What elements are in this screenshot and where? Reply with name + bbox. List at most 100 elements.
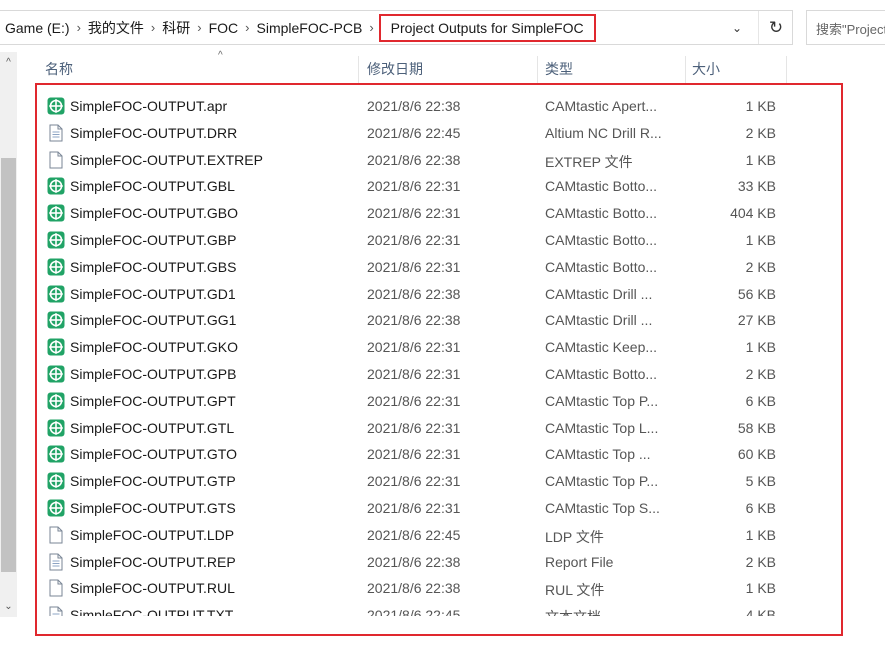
text-file-icon (47, 553, 65, 571)
file-name[interactable]: SimpleFOC-OUTPUT.RUL (70, 580, 235, 596)
camtastic-icon (47, 97, 65, 115)
file-name[interactable]: SimpleFOC-OUTPUT.DRR (70, 125, 237, 141)
file-row[interactable]: SimpleFOC-OUTPUT.GTL 2021/8/6 22:31 CAMtas… (0, 415, 885, 442)
file-size: 2 KB (745, 553, 776, 570)
file-name[interactable]: SimpleFOC-OUTPUT.GTL (70, 420, 234, 436)
chevron-right-icon[interactable]: › (245, 20, 249, 35)
file-name[interactable]: SimpleFOC-OUTPUT.GTS (70, 500, 236, 516)
breadcrumb-research[interactable]: 科研 (162, 18, 190, 38)
search-input[interactable]: 搜索"Project Outputs for SimpleFOC" (806, 10, 885, 45)
camtastic-icon (47, 499, 65, 517)
file-name[interactable]: SimpleFOC-OUTPUT.GBO (70, 205, 238, 221)
file-row[interactable]: SimpleFOC-OUTPUT.RUL 2021/8/6 22:38 RUL 文件… (0, 575, 885, 602)
file-row[interactable]: SimpleFOC-OUTPUT.EXTREP 2021/8/6 22:38 EXT… (0, 147, 885, 174)
file-row[interactable]: SimpleFOC-OUTPUT.GPT 2021/8/6 22:31 CAMtas… (0, 388, 885, 415)
file-size: 27 KB (737, 312, 776, 329)
file-modified-date: 2021/8/6 22:31 (367, 339, 461, 356)
file-row[interactable]: SimpleFOC-OUTPUT.TXT 2021/8/6 22:45 文本文档 4 … (0, 602, 885, 616)
file-type: CAMtastic Drill ... (545, 285, 653, 302)
file-name[interactable]: SimpleFOC-OUTPUT.GPT (70, 393, 236, 409)
file-row[interactable]: SimpleFOC-OUTPUT.GBO 2021/8/6 22:31 CAMtas… (0, 200, 885, 227)
file-name[interactable]: SimpleFOC-OUTPUT.GBS (70, 259, 236, 275)
file-modified-date: 2021/8/6 22:31 (367, 473, 461, 490)
blank-file-icon (47, 151, 65, 169)
camtastic-icon (47, 365, 65, 383)
column-header-size[interactable]: 大小 (692, 58, 720, 84)
file-row[interactable]: SimpleFOC-OUTPUT.LDP 2021/8/6 22:45 LDP 文件… (0, 522, 885, 549)
file-size: 1 KB (745, 526, 776, 543)
column-divider[interactable] (786, 56, 787, 84)
file-type: EXTREP 文件 (545, 153, 633, 170)
chevron-right-icon[interactable]: › (151, 20, 155, 35)
blank-file-icon (47, 526, 65, 544)
file-name[interactable]: SimpleFOC-OUTPUT.GTP (70, 473, 236, 489)
file-row[interactable]: SimpleFOC-OUTPUT.GG1 2021/8/6 22:38 CAMtas… (0, 307, 885, 334)
file-size: 4 KB (745, 607, 776, 616)
file-name[interactable]: SimpleFOC-OUTPUT.REP (70, 554, 236, 570)
file-name[interactable]: SimpleFOC-OUTPUT.TXT (70, 607, 233, 616)
breadcrumb-foc[interactable]: FOC (209, 20, 239, 36)
file-size: 5 KB (745, 473, 776, 490)
file-size: 6 KB (745, 392, 776, 409)
file-type: CAMtastic Top S... (545, 500, 660, 516)
file-name[interactable]: SimpleFOC-OUTPUT.GPB (70, 366, 236, 382)
refresh-icon[interactable]: ↻ (758, 11, 793, 44)
breadcrumb-current-folder[interactable]: Project Outputs for SimpleFOC (378, 13, 596, 42)
scroll-up-icon[interactable]: ^ (0, 52, 17, 72)
column-header-name[interactable]: 名称 (45, 58, 73, 84)
file-name[interactable]: SimpleFOC-OUTPUT.GD1 (70, 286, 236, 302)
file-name[interactable]: SimpleFOC-OUTPUT.GTO (70, 446, 237, 462)
address-bar[interactable]: Game (E:) › 我的文件 › 科研 › FOC › SimpleFOC-… (0, 10, 793, 45)
breadcrumb-simplefoc-pcb[interactable]: SimpleFOC-PCB (257, 20, 363, 36)
file-row[interactable]: SimpleFOC-OUTPUT.GPB 2021/8/6 22:31 CAMtas… (0, 361, 885, 388)
breadcrumb-my-files[interactable]: 我的文件 (88, 18, 144, 38)
file-row[interactable]: SimpleFOC-OUTPUT.GBS 2021/8/6 22:31 CAMtas… (0, 254, 885, 281)
file-type: CAMtastic Botto... (545, 232, 658, 248)
file-row[interactable]: SimpleFOC-OUTPUT.GD1 2021/8/6 22:38 CAMtas… (0, 281, 885, 308)
file-name[interactable]: SimpleFOC-OUTPUT.EXTREP (70, 152, 263, 168)
file-modified-date: 2021/8/6 22:31 (367, 446, 461, 463)
column-divider[interactable] (685, 56, 686, 84)
file-modified-date: 2021/8/6 22:31 (367, 258, 461, 275)
file-name[interactable]: SimpleFOC-OUTPUT.GG1 (70, 312, 236, 328)
breadcrumb-drive[interactable]: Game (E:) (5, 20, 70, 36)
camtastic-icon (47, 204, 65, 222)
column-header-type[interactable]: 类型 (545, 58, 573, 84)
chevron-right-icon[interactable]: › (197, 20, 201, 35)
file-row[interactable]: SimpleFOC-OUTPUT.GTO 2021/8/6 22:31 CAMtas… (0, 441, 885, 468)
file-size: 2 KB (745, 258, 776, 275)
chevron-right-icon[interactable]: › (369, 20, 373, 35)
column-divider[interactable] (358, 56, 359, 84)
file-row[interactable]: SimpleFOC-OUTPUT.GKO 2021/8/6 22:31 CAMtas… (0, 334, 885, 361)
file-row[interactable]: SimpleFOC-OUTPUT.GTS 2021/8/6 22:31 CAMtas… (0, 495, 885, 522)
file-name[interactable]: SimpleFOC-OUTPUT.apr (70, 98, 227, 114)
file-type: CAMtastic Keep... (545, 339, 658, 356)
file-modified-date: 2021/8/6 22:38 (367, 285, 461, 302)
file-row[interactable]: SimpleFOC-OUTPUT.DRR 2021/8/6 22:45 Altium… (0, 120, 885, 147)
file-row[interactable]: SimpleFOC-OUTPUT.GBL 2021/8/6 22:31 CAMtas… (0, 173, 885, 200)
file-size: 33 KB (737, 178, 776, 195)
file-name[interactable]: SimpleFOC-OUTPUT.GKO (70, 339, 238, 355)
column-divider[interactable] (537, 56, 538, 84)
file-modified-date: 2021/8/6 22:38 (367, 312, 461, 329)
chevron-down-icon[interactable]: ⌄ (720, 11, 754, 44)
file-row[interactable]: SimpleFOC-OUTPUT.REP 2021/8/6 22:38 Report… (0, 549, 885, 576)
breadcrumb: Game (E:) › 我的文件 › 科研 › FOC › SimpleFOC-… (5, 11, 596, 44)
column-header-date[interactable]: 修改日期 (367, 58, 423, 84)
file-row[interactable]: SimpleFOC-OUTPUT.GTP 2021/8/6 22:31 CAMtas… (0, 468, 885, 495)
file-size: 1 KB (745, 232, 776, 248)
file-row[interactable]: SimpleFOC-OUTPUT.apr 2021/8/6 22:38 CAMtas… (0, 93, 885, 120)
file-modified-date: 2021/8/6 22:45 (367, 526, 461, 543)
file-row[interactable]: SimpleFOC-OUTPUT.GBP 2021/8/6 22:31 CAMtas… (0, 227, 885, 254)
file-type: CAMtastic Botto... (545, 258, 658, 275)
file-name[interactable]: SimpleFOC-OUTPUT.GBP (70, 232, 236, 248)
file-name[interactable]: SimpleFOC-OUTPUT.LDP (70, 527, 234, 543)
file-type: Altium NC Drill R... (545, 124, 662, 141)
file-modified-date: 2021/8/6 22:45 (367, 124, 461, 141)
file-type: LDP 文件 (545, 528, 604, 545)
file-modified-date: 2021/8/6 22:38 (367, 98, 461, 114)
file-type: Report File (545, 553, 614, 570)
chevron-right-icon[interactable]: › (77, 20, 81, 35)
camtastic-icon (47, 472, 65, 490)
file-name[interactable]: SimpleFOC-OUTPUT.GBL (70, 178, 235, 194)
